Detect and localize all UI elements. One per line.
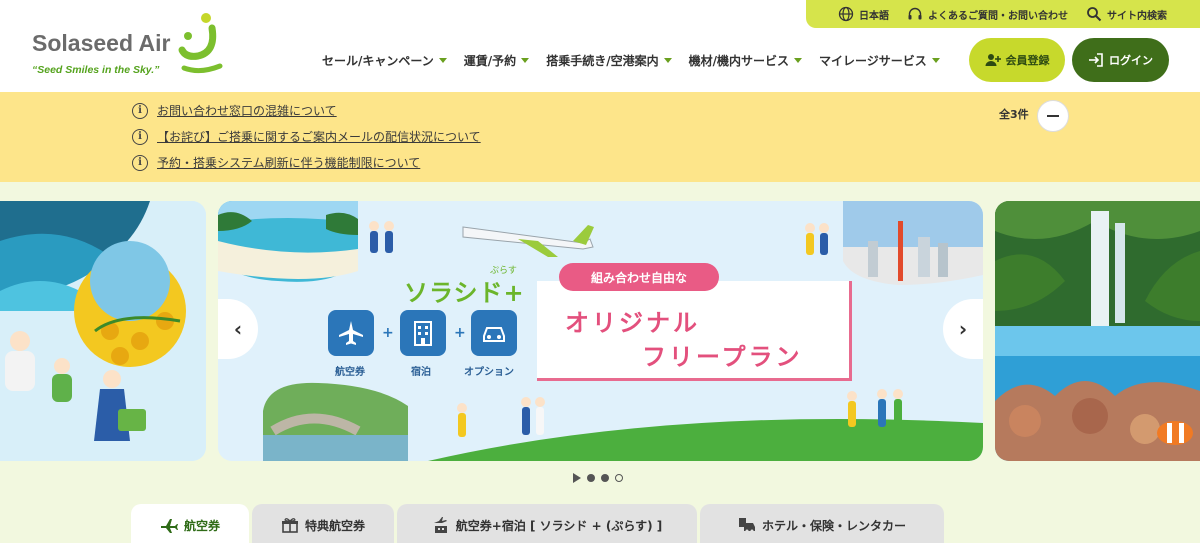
option-label: オプション [464,367,514,378]
smile-logo-icon [178,13,223,74]
login-button[interactable]: ログイン [1072,38,1169,82]
hotel-tile [400,310,446,356]
waterfall-reef-illustration [995,201,1200,461]
tab-award-ticket[interactable]: 特典航空券 [252,504,394,543]
airplane-icon [339,321,363,345]
notice-item[interactable]: i 【お詫び】ご搭乗に関するご案内メールの配信状況について [132,128,481,145]
car-icon [483,327,505,342]
notice-item[interactable]: i 予約・搭乗システム刷新に伴う機能制限について [132,154,420,171]
flight-label: 航空券 [335,367,365,378]
plane-hotel-icon [433,517,447,533]
collapse-notices-button[interactable] [1037,100,1069,132]
carousel-dot-active[interactable] [615,474,623,482]
chevron-down-icon [663,58,672,63]
tab-hotel-insurance-car[interactable]: ホテル・保険・レンタカー [700,504,944,543]
brand-logo[interactable]: Solaseed Air “Seed Smiles in the Sky.” [30,12,230,82]
minus-icon [1047,115,1059,117]
headset-icon [908,7,922,20]
nav-sale-campaign[interactable]: セール/キャンペーン [322,52,447,69]
faq-contact-label: よくあるご質問・お問い合わせ [928,10,1068,22]
chevron-down-icon [793,58,802,63]
chevron-down-icon [438,58,447,63]
login-icon [1089,53,1103,67]
notice-link[interactable]: 予約・搭乗システム刷新に伴う機能制限について [157,154,420,171]
register-label: 会員登録 [1005,54,1050,67]
carousel-slide-prev[interactable] [0,201,206,461]
gift-icon [281,518,298,533]
site-search-label: サイト内検索 [1107,10,1167,22]
option-tile [471,310,517,356]
plus-icon: + [454,325,466,341]
notice-count: 全3件 [999,108,1029,121]
user-plus-icon [985,54,1001,66]
banner-brand-ruby: ぷらす [490,266,517,276]
tab-award-label: 特典航空券 [304,518,365,533]
main-nav: セール/キャンペーン 運賃/予約 搭乗手続き/空港案内 機材/機内サービス マイ… [322,52,940,69]
site-header: Solaseed Air “Seed Smiles in the Sky.” 日… [0,0,1200,92]
carousel-slide-next[interactable] [995,201,1200,461]
flight-tile [328,310,374,356]
tab-flight-hotel-label: 航空券+宿泊 [ ソラシド + (ぷらす) ] [455,518,663,533]
utility-bar: 日本語 よくあるご質問・お問い合わせ サイト内検索 [806,0,1200,28]
nav-mileage[interactable]: マイレージサービス [819,52,940,69]
brand-tagline: “Seed Smiles in the Sky.” [32,64,160,76]
chevron-down-icon [521,58,530,63]
banner-tag: 組み合わせ自由な [559,263,719,291]
register-button[interactable]: 会員登録 [969,38,1065,82]
airplane-icon [160,519,178,533]
banner-headline-2: フリープラン [642,343,803,371]
site-search-link[interactable]: サイト内検索 [1086,6,1167,22]
plus-icon: + [382,325,394,341]
notice-link[interactable]: お問い合わせ窓口の混雑について [157,102,337,119]
chevron-down-icon [931,58,940,63]
tab-flight-hotel[interactable]: 航空券+宿泊 [ ソラシド + (ぷらす) ] [397,504,697,543]
chevron-left-icon: ‹ [233,317,243,341]
language-link[interactable]: 日本語 [838,6,889,22]
login-label: ログイン [1109,54,1153,67]
tab-flight-label: 航空券 [183,518,220,533]
carousel-dot[interactable] [601,474,609,482]
search-icon [1087,7,1102,22]
carousel-dot[interactable] [587,474,595,482]
info-icon: i [132,128,148,145]
chevron-right-icon: › [958,317,968,341]
family-travel-illustration [0,201,206,461]
notice-item[interactable]: i お問い合わせ窓口の混雑について [132,102,337,119]
hotel-label: 宿泊 [411,367,431,378]
building-icon [414,321,432,346]
language-label: 日本語 [859,10,889,22]
nav-aircraft-service[interactable]: 機材/機内サービス [689,52,802,69]
banner-headline-1: オリジナル [565,309,700,337]
notice-bar: i お問い合わせ窓口の混雑について i 【お詫び】ご搭乗に関するご案内メールの配… [0,92,1200,182]
notice-link[interactable]: 【お詫び】ご搭乗に関するご案内メールの配信状況について [157,128,481,145]
play-icon[interactable] [573,473,581,483]
globe-icon [838,6,854,22]
nav-fare-booking[interactable]: 運賃/予約 [464,52,530,69]
carousel-slide-current[interactable]: ソラシド+ ぷらす + + 航空券 宿泊 オプション 組み合わせ自由な オリジナ… [218,201,983,461]
banner-brand: ソラシド+ [404,279,525,307]
info-icon: i [132,102,148,119]
carousel-pagination [573,473,623,483]
tab-hotel-label: ホテル・保険・レンタカー [761,518,906,533]
car-icon [738,518,755,533]
faq-contact-link[interactable]: よくあるご質問・お問い合わせ [907,6,1068,22]
info-icon: i [132,154,148,171]
brand-name: Solaseed Air [32,30,171,56]
nav-checkin-airport[interactable]: 搭乗手続き/空港案内 [546,52,672,69]
tab-flight[interactable]: 航空券 [131,504,249,543]
